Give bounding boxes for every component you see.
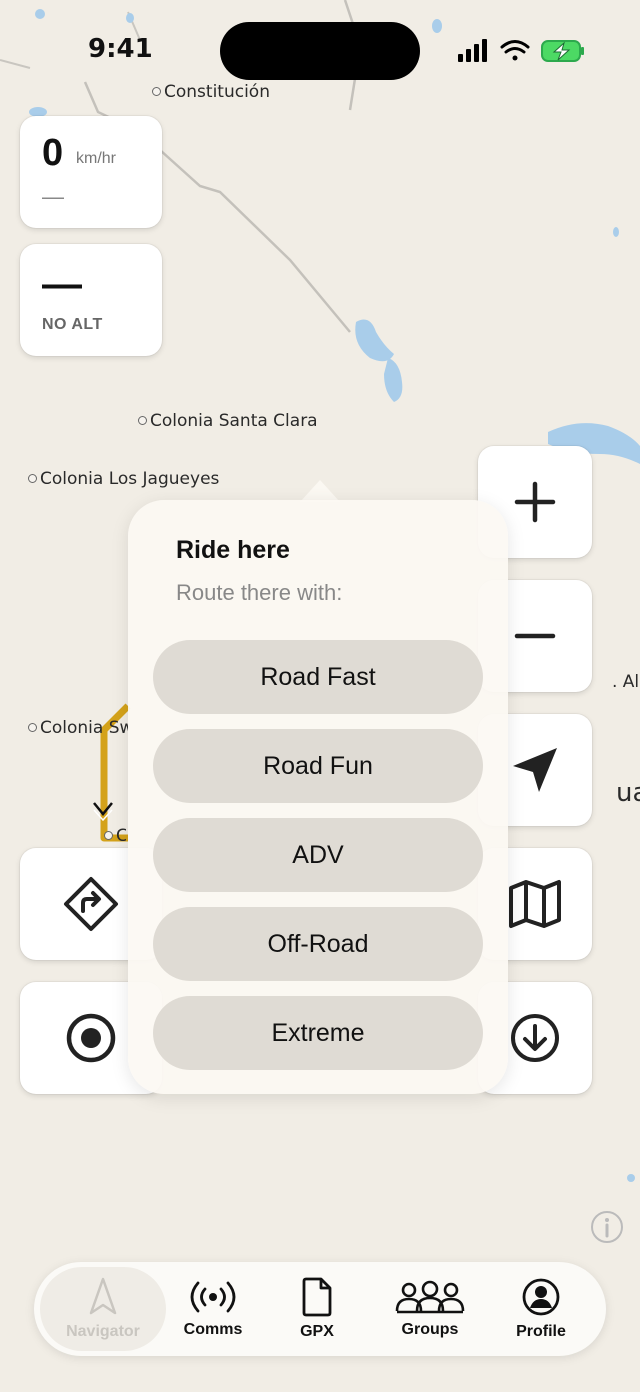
status-icons	[458, 39, 584, 62]
map-place-label: Colonia Los Jagueyes	[28, 469, 219, 489]
altitude-value: —	[42, 262, 82, 306]
profile-icon	[522, 1278, 560, 1316]
popup-pointer	[300, 480, 340, 502]
cellular-signal-icon	[458, 39, 487, 62]
groups-icon	[395, 1280, 465, 1314]
navigator-arrow-icon	[89, 1277, 117, 1315]
route-road-fast-button[interactable]: Road Fast	[153, 640, 483, 714]
route-road-fun-button[interactable]: Road Fun	[153, 729, 483, 803]
speed-card: 0 km/hr —	[20, 116, 162, 228]
dynamic-island	[220, 22, 420, 80]
map-icon	[509, 880, 561, 928]
wifi-icon	[500, 40, 530, 61]
tab-label: GPX	[300, 1323, 334, 1340]
map-place-label: Colonia Santa Clara	[138, 411, 318, 431]
tab-label: Groups	[401, 1321, 459, 1338]
status-time: 9:41	[88, 34, 153, 64]
map-place-label: Constitución	[152, 82, 270, 102]
tab-comms[interactable]: Comms	[172, 1262, 254, 1356]
tab-gpx[interactable]: GPX	[274, 1262, 360, 1356]
route-extreme-button[interactable]: Extreme	[153, 996, 483, 1070]
tab-label: Profile	[516, 1323, 566, 1340]
map-place-label: C	[104, 826, 126, 846]
map-place-label: Colonia Sw	[28, 718, 128, 738]
tab-label: Comms	[183, 1321, 243, 1338]
route-adv-button[interactable]: ADV	[153, 818, 483, 892]
file-icon	[302, 1277, 332, 1317]
turn-right-diamond-icon	[64, 877, 118, 931]
altitude-label: NO ALT	[42, 316, 103, 333]
tab-profile[interactable]: Profile	[500, 1262, 582, 1356]
tab-groups[interactable]: Groups	[384, 1262, 476, 1356]
popup-title: Ride here	[176, 536, 290, 564]
info-icon[interactable]	[590, 1210, 624, 1244]
battery-charging-icon	[541, 40, 584, 62]
radio-waves-icon	[190, 1281, 236, 1313]
download-icon	[511, 1014, 559, 1062]
ride-here-popup: Ride here Route there with: Road Fast Ro…	[128, 500, 508, 1094]
record-icon	[66, 1013, 116, 1063]
tab-navigator[interactable]: Navigator	[40, 1267, 166, 1351]
speed-secondary: —	[42, 184, 64, 209]
speed-value: 0	[42, 132, 64, 174]
tab-bar: Navigator Comms GPX Groups Profile	[34, 1262, 606, 1356]
route-off-road-button[interactable]: Off-Road	[153, 907, 483, 981]
minus-icon	[514, 633, 556, 639]
altitude-card: — NO ALT	[20, 244, 162, 356]
tab-label: Navigator	[66, 1323, 140, 1340]
location-arrow-icon	[513, 748, 557, 792]
speed-unit: km/hr	[76, 150, 116, 167]
map-place-label: . Alc	[612, 672, 640, 692]
popup-subtitle: Route there with:	[176, 580, 343, 605]
plus-icon	[514, 481, 556, 523]
map-place-label: ua	[616, 778, 640, 808]
